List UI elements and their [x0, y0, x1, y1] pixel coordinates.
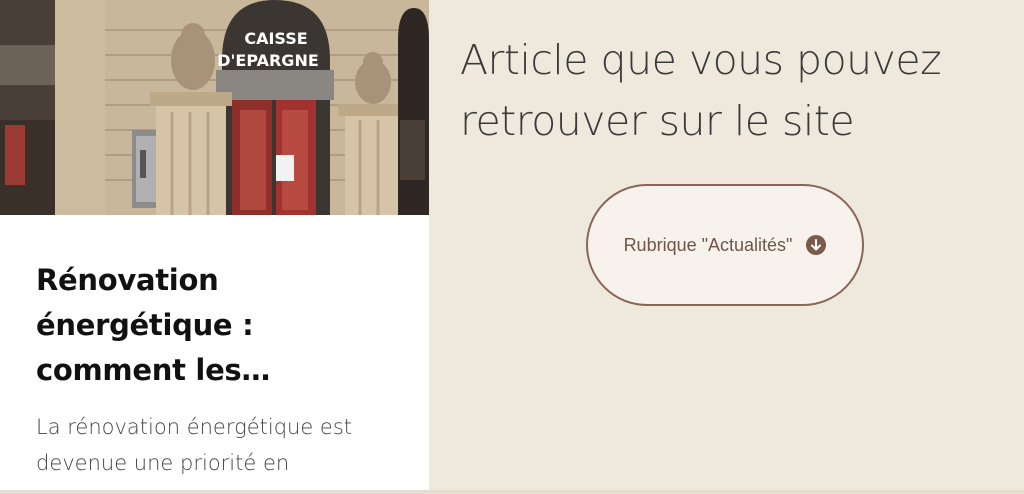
- arrow-down-circle-icon: [806, 235, 827, 255]
- bank-sign-line2: D'EPARGNE: [217, 51, 319, 70]
- section-headline: Article que vous pouvez retrouver sur le…: [460, 36, 942, 145]
- article-title[interactable]: Rénovation énergétique : comment les…: [36, 258, 406, 393]
- article-image[interactable]: CAISSE D'EPARGNE: [0, 0, 429, 215]
- bottom-divider: [0, 490, 1024, 494]
- bank-sign-line1: CAISSE: [244, 29, 307, 48]
- news-section-button-label: Rubrique "Actualités": [623, 234, 793, 255]
- article-card[interactable]: CAISSE D'EPARGNE Rénovation énergétique …: [0, 0, 429, 490]
- article-excerpt: La rénovation énergétique est devenue un…: [36, 415, 353, 475]
- news-section-button[interactable]: Rubrique "Actualités": [586, 184, 864, 306]
